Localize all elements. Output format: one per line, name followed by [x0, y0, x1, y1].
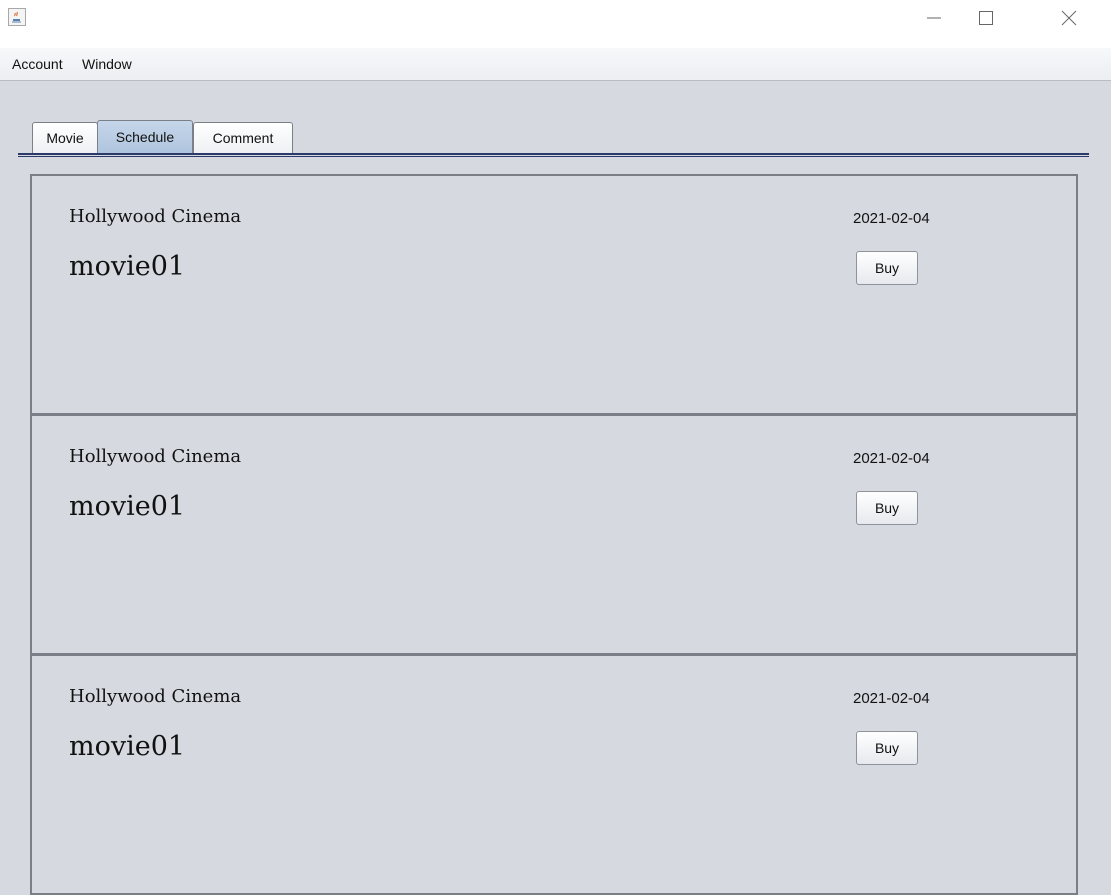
- schedule-card: Hollywood Cinema movie01 2021-02-04 Buy: [30, 174, 1078, 415]
- tab-comment[interactable]: Comment: [193, 122, 293, 153]
- menu-account[interactable]: Account: [12, 56, 63, 72]
- schedule-list: Hollywood Cinema movie01 2021-02-04 Buy …: [30, 174, 1078, 895]
- tab-schedule[interactable]: Schedule: [97, 120, 193, 154]
- cinema-name: Hollywood Cinema: [69, 686, 242, 707]
- maximize-button[interactable]: [963, 0, 1009, 36]
- cinema-name: Hollywood Cinema: [69, 206, 242, 227]
- movie-title: movie01: [69, 251, 186, 282]
- close-icon: [1061, 10, 1077, 26]
- movie-title: movie01: [69, 491, 186, 522]
- minimize-button[interactable]: [911, 0, 957, 36]
- schedule-date: 2021-02-04: [853, 690, 930, 707]
- schedule-card: Hollywood Cinema movie01 2021-02-04 Buy: [30, 654, 1078, 895]
- minimize-icon: [927, 17, 941, 19]
- tab-movie[interactable]: Movie: [32, 122, 98, 153]
- maximize-icon: [979, 11, 993, 25]
- close-button[interactable]: [1046, 0, 1092, 36]
- buy-button[interactable]: Buy: [856, 251, 918, 285]
- buy-button[interactable]: Buy: [856, 731, 918, 765]
- schedule-date: 2021-02-04: [853, 450, 930, 467]
- buy-button[interactable]: Buy: [856, 491, 918, 525]
- menu-window[interactable]: Window: [82, 56, 132, 72]
- schedule-date: 2021-02-04: [853, 210, 930, 227]
- cinema-name: Hollywood Cinema: [69, 446, 242, 467]
- tab-underline: [18, 153, 1089, 157]
- schedule-card: Hollywood Cinema movie01 2021-02-04 Buy: [30, 414, 1078, 655]
- title-bar: [0, 0, 1111, 48]
- menu-bar: Account Window: [0, 48, 1111, 81]
- movie-title: movie01: [69, 731, 186, 762]
- java-app-icon[interactable]: [8, 8, 26, 26]
